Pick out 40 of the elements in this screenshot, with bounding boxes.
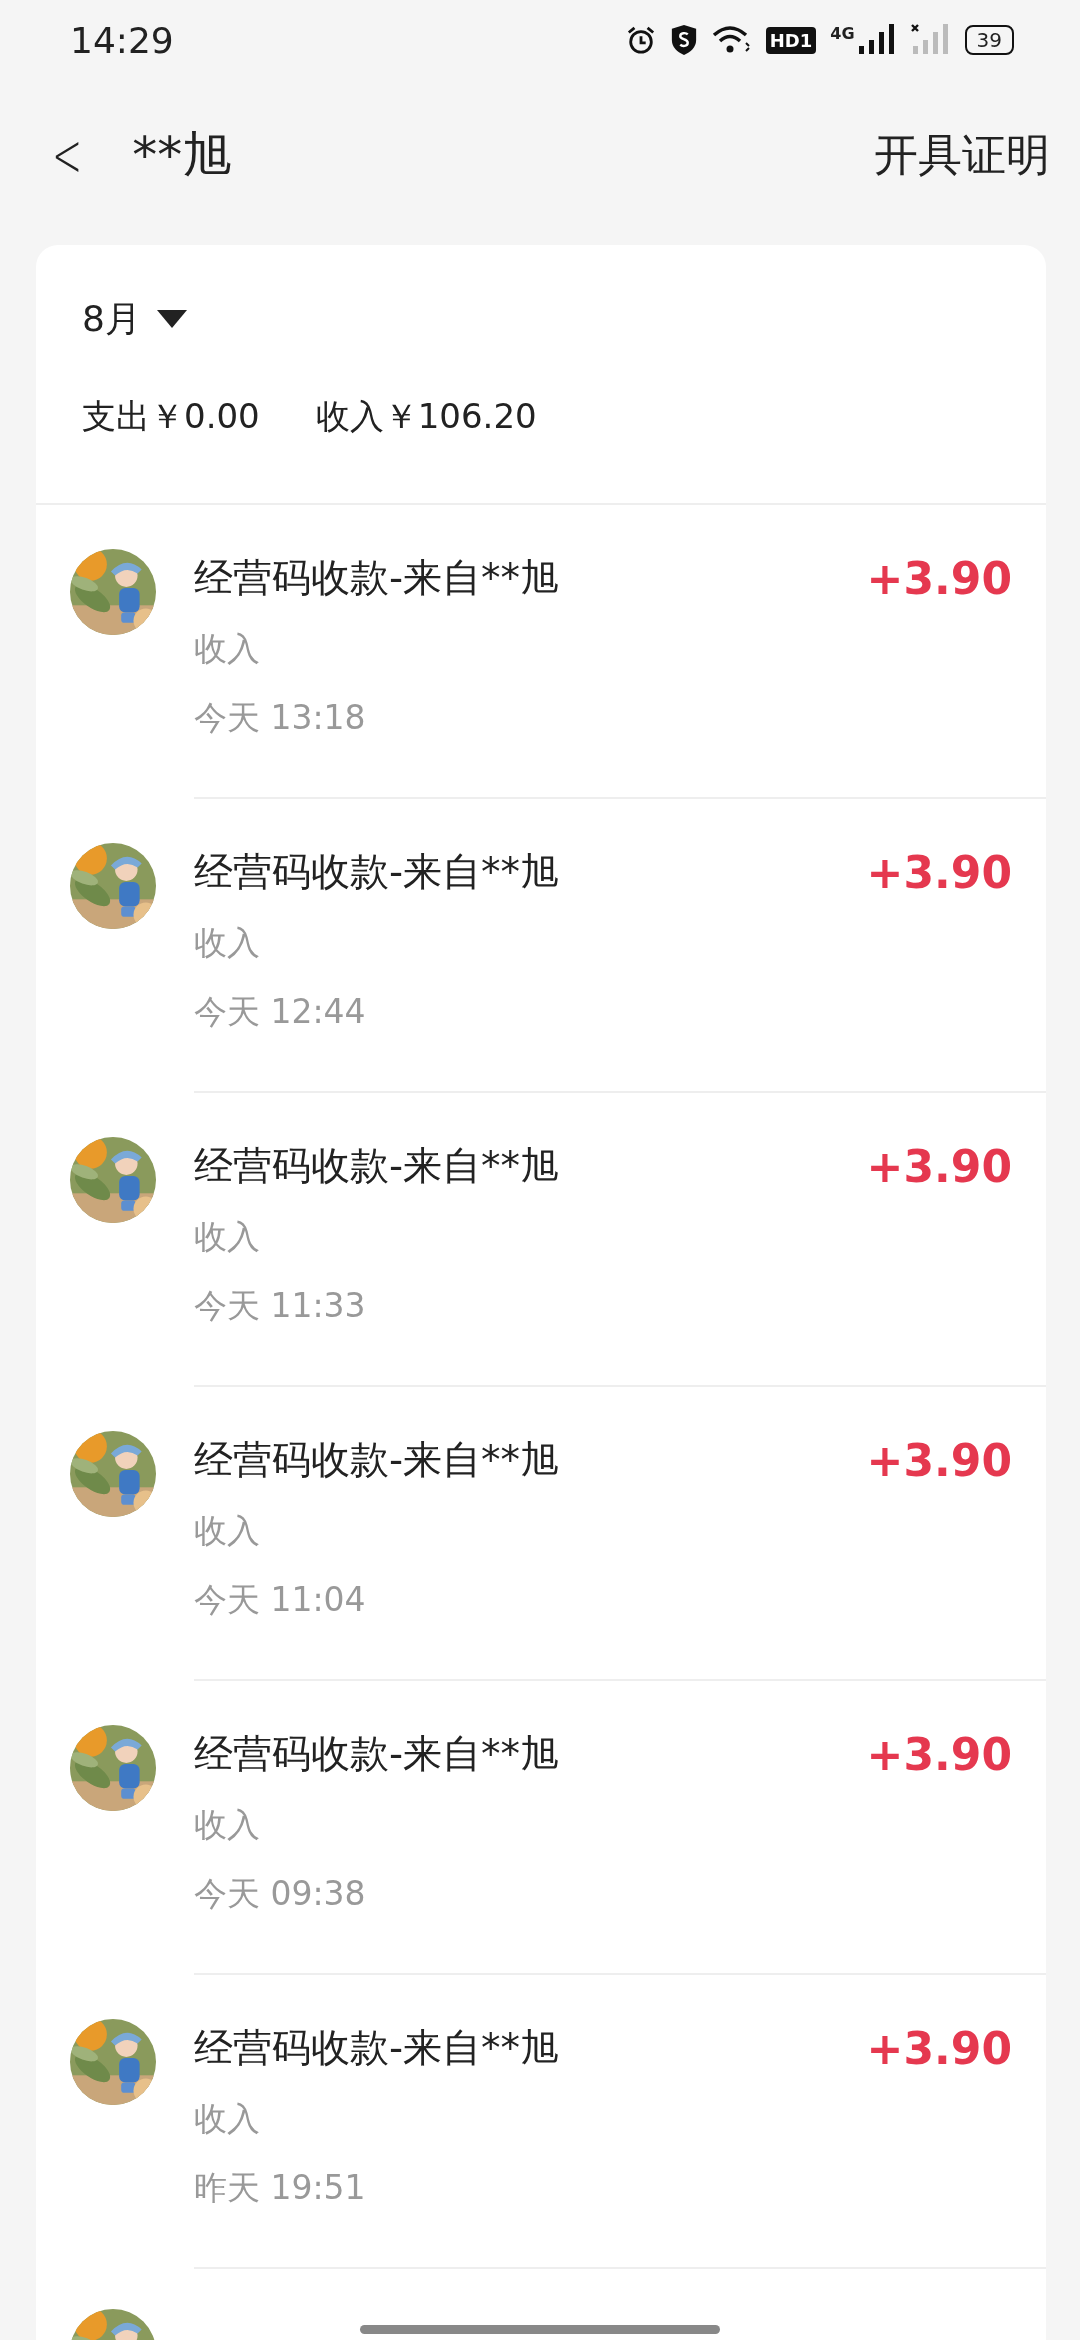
transaction-title[interactable]: 经营码收款-来自**旭 xyxy=(194,1727,560,1781)
shield-icon xyxy=(669,24,698,56)
transaction-time: 今天 12:44 xyxy=(194,991,366,1033)
battery-indicator: 39 xyxy=(964,25,1014,55)
back-button[interactable]: < xyxy=(46,120,89,190)
hd-badge: HD1 xyxy=(765,26,817,54)
transaction-title[interactable]: 经营码收款-来自**旭 xyxy=(194,2021,560,2075)
transaction-type: 收入 xyxy=(194,922,260,964)
status-time: 14:29 xyxy=(70,19,174,61)
transaction-title[interactable]: 经营码收款-来自**旭 xyxy=(194,1433,560,1487)
transaction-amount: +3.90 xyxy=(866,1140,1012,1192)
transaction-title[interactable]: 经营码收款-来自**旭 xyxy=(194,551,560,605)
transaction-amount: +3.90 xyxy=(866,552,1012,604)
transaction-amount: +3.90 xyxy=(866,846,1012,898)
transaction-time: 今天 13:18 xyxy=(194,697,366,739)
transaction-type: 收入 xyxy=(194,2098,260,2140)
transaction-type: 收入 xyxy=(194,1804,260,1846)
transaction-time: 昨天 19:51 xyxy=(194,2167,366,2209)
month-dropdown[interactable]: 8月 xyxy=(82,295,187,344)
transaction-type: 收入 xyxy=(194,1216,260,1258)
income-total: 收入￥106.20 xyxy=(315,395,537,438)
transaction-time: 今天 09:38 xyxy=(194,1873,366,1915)
expense-total: 支出￥0.00 xyxy=(82,395,260,438)
page-title: **旭 xyxy=(132,124,234,186)
signal-icon xyxy=(856,24,897,56)
transaction-title[interactable]: 经营码收款-来自**旭 xyxy=(194,845,560,899)
transaction-title[interactable]: 经营码收款-来自**旭 xyxy=(194,1139,560,1193)
transaction-amount: +3.90 xyxy=(866,1434,1012,1486)
transaction-amount: +3.90 xyxy=(866,1728,1012,1780)
alarm-clock-icon xyxy=(625,25,656,55)
transaction-time: 今天 11:33 xyxy=(194,1285,366,1327)
certificate-button[interactable]: 开具证明 xyxy=(868,124,1056,186)
wifi-icon xyxy=(711,25,752,55)
caret-icon xyxy=(156,309,187,330)
network-label: 4G xyxy=(830,24,855,43)
transaction-amount: +3.90 xyxy=(866,2022,1012,2074)
transaction-type: 收入 xyxy=(194,1510,260,1552)
no-signal-icon xyxy=(910,24,951,56)
transaction-type: 收入 xyxy=(194,628,260,670)
transaction-time: 今天 11:04 xyxy=(194,1579,366,1621)
